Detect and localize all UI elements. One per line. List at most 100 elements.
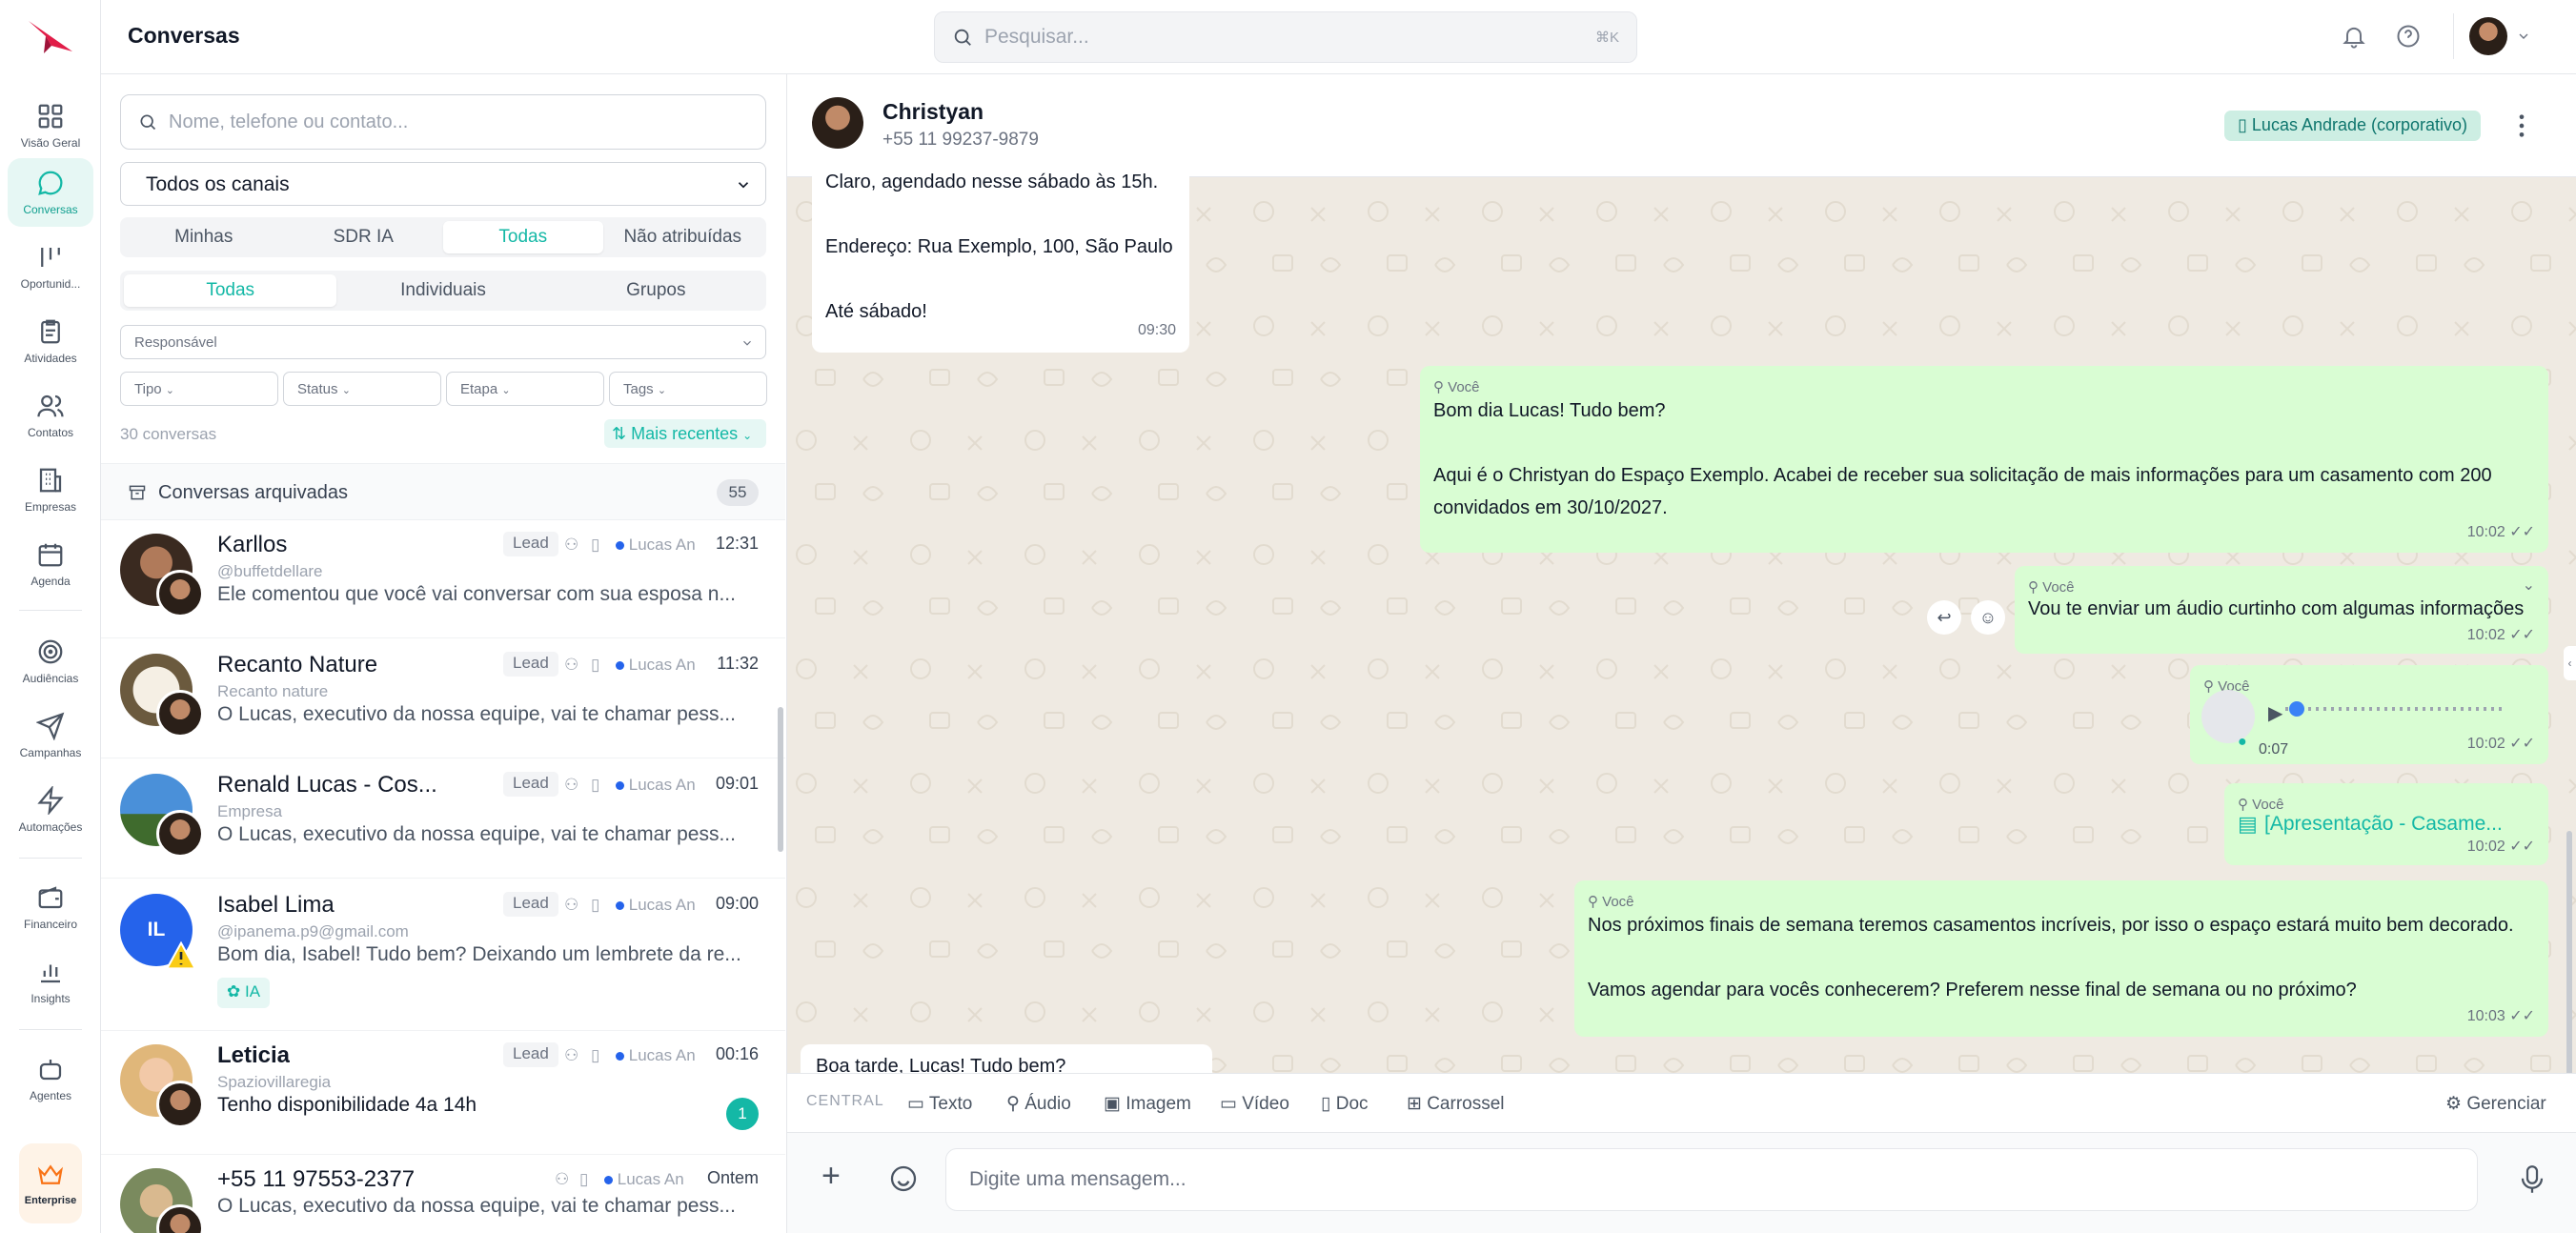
tags-filter[interactable]: Tags ⌄ — [609, 372, 767, 406]
rail-label: Automações — [18, 820, 83, 834]
help-icon[interactable] — [2395, 23, 2422, 50]
rail-item-atividades[interactable]: Atividades — [8, 307, 93, 375]
list-scrollbar[interactable] — [778, 707, 783, 852]
archived-conversations[interactable]: Conversas arquivadas 55 — [101, 463, 785, 520]
microphone-icon: ● — [2238, 734, 2247, 750]
tab-minhas[interactable]: Minhas — [124, 221, 284, 253]
rail-item-automacoes[interactable]: Automações — [8, 776, 93, 844]
rail-item-agenda[interactable]: Agenda — [8, 530, 93, 598]
agent-name: Lucas An — [628, 536, 696, 554]
status-filter[interactable]: Status ⌄ — [283, 372, 441, 406]
message-input-wrapper[interactable] — [945, 1148, 2478, 1211]
tool-label: Vídeo — [1242, 1094, 1289, 1114]
tab-sdr-ia[interactable]: SDR IA — [284, 221, 444, 253]
message-preview: O Lucas, executivo da nossa equipe, vai … — [217, 823, 736, 845]
chat-scrollbar[interactable] — [2566, 831, 2572, 1113]
tool-texto[interactable]: ▭ Texto — [907, 1093, 972, 1115]
search-icon — [954, 29, 971, 46]
plus-icon[interactable]: + — [821, 1160, 841, 1192]
rail-item-empresas[interactable]: Empresas — [8, 455, 93, 524]
rail-item-oportunidades[interactable]: Oportunid... — [8, 232, 93, 301]
conversation-item[interactable]: Renald Lucas - Cos... Lead ⚇ ▯ Lucas An … — [101, 760, 785, 879]
rail-item-insights[interactable]: Insights — [8, 947, 93, 1016]
chat-contact-name[interactable]: Christyan — [882, 99, 984, 125]
message-outgoing[interactable]: ⚲ Você Bom dia Lucas! Tudo bem? Aqui é o… — [1420, 366, 2548, 553]
contact-name: Karllos — [217, 532, 288, 557]
tab-grupos[interactable]: Grupos — [550, 274, 762, 307]
message-input[interactable] — [969, 1149, 2399, 1210]
user-avatar[interactable] — [2469, 17, 2507, 55]
channel-select-value: Todos os canais — [146, 173, 290, 195]
rail-item-audiencias[interactable]: Audiências — [8, 627, 93, 696]
rail-label: Insights — [30, 992, 71, 1005]
chevron-down-icon[interactable] — [2516, 29, 2531, 44]
tool-audio[interactable]: ⚲ Áudio — [1006, 1093, 1071, 1115]
tab-todas[interactable]: Todas — [443, 221, 603, 253]
manage-button[interactable]: ⚙ Gerenciar — [2445, 1093, 2546, 1115]
tab-individuais[interactable]: Individuais — [336, 274, 549, 307]
conversation-list-panel: Todos os canais Minhas SDR IA Todas Não … — [101, 74, 787, 1233]
global-search-input[interactable] — [984, 12, 1556, 62]
collapse-panel-chevron-icon[interactable]: ‹ — [2564, 646, 2576, 680]
channel-chip[interactable]: ▯ Lucas Andrade (corporativo) — [2224, 111, 2482, 141]
tool-carrossel[interactable]: ⊞ Carrossel — [1407, 1093, 1505, 1115]
responsavel-filter[interactable]: Responsável — [120, 325, 766, 359]
sort-icon: ⇅ — [612, 424, 627, 443]
message-outgoing[interactable]: ⚲ Você Nos próximos finais de semana ter… — [1574, 880, 2548, 1037]
message-time: 10:02 ✓✓ — [2466, 736, 2535, 752]
sort-button[interactable]: ⇅ Mais recentes ⌄ — [604, 419, 766, 448]
conversation-item[interactable]: IL Isabel Lima Lead ⚇ ▯ Lucas An 09:00 @… — [101, 880, 785, 1031]
message-menu-chevron-icon[interactable]: ⌄ — [2523, 570, 2535, 602]
tool-video[interactable]: ▭ Vídeo — [1220, 1093, 1289, 1115]
conversation-time: Ontem — [706, 1168, 759, 1187]
brand-logo[interactable] — [27, 17, 74, 55]
rail-item-agentes[interactable]: Agentes — [8, 1044, 93, 1113]
bell-icon[interactable] — [2341, 23, 2367, 50]
channel-select[interactable]: Todos os canais — [120, 162, 766, 206]
reply-icon[interactable]: ↩ — [1927, 600, 1961, 635]
rail-item-financeiro[interactable]: Financeiro — [8, 873, 93, 941]
react-icon[interactable]: ☺ — [1971, 600, 2005, 635]
audio-waveform[interactable] — [2285, 707, 2505, 711]
tab-nao-atribuidas[interactable]: Não atribuídas — [603, 221, 763, 253]
conversation-time: 12:31 — [715, 534, 759, 553]
audio-message[interactable]: ⚲ Você ● ▶ 0:07 10:02 ✓✓ — [2190, 665, 2548, 764]
more-options-icon[interactable] — [2516, 112, 2527, 139]
contact-avatar[interactable] — [812, 97, 863, 149]
conversation-item[interactable]: Karllos Lead ⚇ ▯ Lucas An 12:31 @buffetd… — [101, 520, 785, 638]
microphone-icon[interactable] — [2518, 1163, 2546, 1196]
message-incoming[interactable]: Claro, agendado nesse sábado às 15h. End… — [812, 166, 1189, 353]
conversation-search[interactable] — [120, 94, 766, 150]
conversation-item[interactable]: Recanto Nature Lead ⚇ ▯ Lucas An 11:32 R… — [101, 640, 785, 758]
contact-handle: Empresa — [217, 802, 283, 820]
tool-doc[interactable]: ▯ Doc — [1321, 1093, 1369, 1115]
tab-type-todas[interactable]: Todas — [124, 274, 337, 307]
rail-divider — [19, 610, 82, 611]
global-search[interactable]: ⌘K — [934, 11, 1637, 63]
composer-channel-label: CENTRAL — [806, 1093, 884, 1109]
author-label: Você — [1448, 379, 1480, 395]
message-line: Até sábado! — [825, 301, 927, 322]
author-label: Você — [2042, 579, 2075, 596]
conversation-item[interactable]: Leticia Lead ⚇ ▯ Lucas An 00:16 Spaziovi… — [101, 1031, 785, 1155]
rail-item-conversas[interactable]: Conversas — [8, 158, 93, 227]
rail-item-campanhas[interactable]: Campanhas — [8, 701, 93, 770]
tool-imagem[interactable]: ▣ Imagem — [1104, 1093, 1191, 1115]
document-icon: ▯ — [1321, 1094, 1331, 1114]
audio-scrubber[interactable] — [2289, 701, 2304, 717]
file-message[interactable]: ⚲ Você ▤ [Apresentação - Casame... 10:02… — [2224, 783, 2548, 865]
contact-name: Recanto Nature — [217, 652, 378, 677]
emoji-icon[interactable] — [888, 1163, 919, 1194]
etapa-filter[interactable]: Etapa ⌄ — [446, 372, 604, 406]
plan-badge[interactable]: Enterprise — [19, 1143, 82, 1223]
conversation-item[interactable]: +55 11 97553-2377 ⚇ ▯ Lucas An Ontem O L… — [101, 1155, 785, 1233]
conversation-search-input[interactable] — [169, 95, 740, 149]
contact-name: +55 11 97553-2377 — [217, 1166, 416, 1192]
tipo-filter[interactable]: Tipo ⌄ — [120, 372, 278, 406]
tipo-filter-label: Tipo — [134, 381, 162, 397]
audio-duration: 0:07 — [2259, 741, 2289, 758]
rail-item-visao-geral[interactable]: Visão Geral — [8, 91, 93, 160]
play-icon[interactable]: ▶ — [2268, 697, 2282, 730]
message-outgoing[interactable]: ⚲ Você ⌄ Vou te enviar um áudio curtinho… — [2015, 566, 2548, 654]
rail-item-contatos[interactable]: Contatos — [8, 381, 93, 450]
